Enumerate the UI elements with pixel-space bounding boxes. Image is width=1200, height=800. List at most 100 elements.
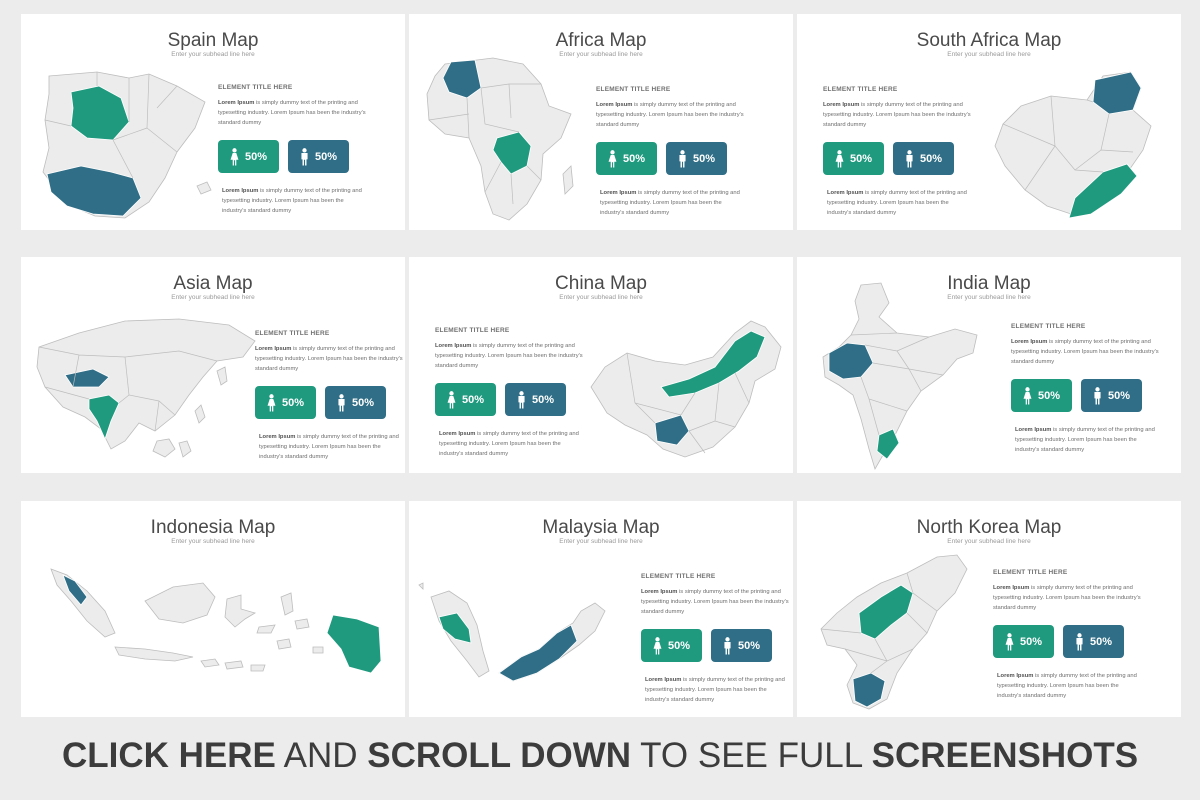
male-stat-button[interactable]: 50%	[1081, 379, 1142, 412]
slide-subtitle: Enter your subhead line here	[559, 538, 643, 545]
india-map	[822, 282, 978, 471]
male-stat-button[interactable]: 50%	[893, 142, 954, 175]
female-person-icon	[267, 394, 276, 412]
element-title: ELEMENT TITLE HERE	[435, 327, 510, 334]
indonesia-map	[50, 568, 382, 674]
spain-map	[42, 71, 212, 219]
male-person-icon	[678, 150, 687, 168]
element-title: ELEMENT TITLE HERE	[218, 84, 293, 91]
info-panel: ELEMENT TITLE HERE Lorem Ipsum is simply…	[435, 327, 585, 459]
banner-click-here[interactable]: CLICK HERE	[62, 736, 276, 775]
info-panel: ELEMENT TITLE HERE Lorem Ipsum is simply…	[641, 573, 791, 705]
male-stat-button[interactable]: 50%	[1063, 625, 1124, 658]
slide-title: Asia Map	[173, 273, 253, 294]
slide-card-africa[interactable]: Africa Map Enter your subhead line here …	[409, 14, 793, 230]
male-stat-button[interactable]: 50%	[288, 140, 349, 173]
element-title: ELEMENT TITLE HERE	[255, 330, 330, 337]
description-top: Lorem Ipsum is simply dummy text of the …	[993, 585, 1141, 611]
info-panel: ELEMENT TITLE HERE Lorem Ipsum is simply…	[993, 569, 1143, 701]
female-person-icon	[230, 148, 239, 166]
female-stat-button[interactable]: 50%	[993, 625, 1054, 658]
slide-title: South Africa Map	[916, 30, 1062, 51]
info-panel: ELEMENT TITLE HERE Lorem Ipsum is simply…	[218, 84, 368, 216]
malaysia-map	[418, 582, 606, 682]
female-person-icon	[608, 150, 617, 168]
female-person-icon	[1005, 633, 1014, 651]
banner-scroll-down: SCROLL DOWN	[367, 736, 632, 775]
female-person-icon	[653, 637, 662, 655]
element-title: ELEMENT TITLE HERE	[1011, 323, 1086, 330]
description-bottom: Lorem Ipsum is simply dummy text of the …	[645, 677, 785, 703]
description-bottom: Lorem Ipsum is simply dummy text of the …	[600, 190, 740, 216]
male-stat-button[interactable]: 50%	[711, 629, 772, 662]
slide-subtitle: Enter your subhead line here	[171, 51, 255, 58]
slide-subtitle: Enter your subhead line here	[171, 538, 255, 545]
info-panel: ELEMENT TITLE HERE Lorem Ipsum is simply…	[823, 86, 973, 218]
male-stat-button[interactable]: 50%	[505, 383, 566, 416]
description-bottom: Lorem Ipsum is simply dummy text of the …	[997, 673, 1137, 699]
female-stat-button[interactable]: 50%	[218, 140, 279, 173]
description-bottom: Lorem Ipsum is simply dummy text of the …	[827, 190, 967, 216]
description-top: Lorem Ipsum is simply dummy text of the …	[218, 100, 366, 126]
china-map	[590, 320, 782, 458]
africa-map	[426, 57, 574, 221]
element-title: ELEMENT TITLE HERE	[596, 86, 671, 93]
slide-card-spain[interactable]: Spain Map Enter your subhead line here E…	[21, 14, 405, 230]
slide-card-indonesia[interactable]: Indonesia Map Enter your subhead line he…	[21, 501, 405, 717]
slide-card-north-korea[interactable]: North Korea Map Enter your subhead line …	[797, 501, 1181, 717]
slide-title: Indonesia Map	[150, 517, 276, 538]
info-panel: ELEMENT TITLE HERE Lorem Ipsum is simply…	[255, 330, 405, 462]
description-top: Lorem Ipsum is simply dummy text of the …	[641, 589, 789, 615]
description-top: Lorem Ipsum is simply dummy text of the …	[435, 343, 583, 369]
slide-title: China Map	[555, 273, 647, 294]
south-africa-map	[994, 71, 1152, 219]
description-bottom: Lorem Ipsum is simply dummy text of the …	[439, 431, 579, 457]
female-stat-button[interactable]: 50%	[823, 142, 884, 175]
male-person-icon	[300, 148, 309, 166]
slide-card-malaysia[interactable]: Malaysia Map Enter your subhead line her…	[409, 501, 793, 717]
description-top: Lorem Ipsum is simply dummy text of the …	[823, 102, 971, 128]
male-person-icon	[1093, 387, 1102, 405]
slide-title: North Korea Map	[916, 517, 1062, 538]
slide-card-asia[interactable]: Asia Map Enter your subhead line here EL…	[21, 257, 405, 473]
female-stat-button[interactable]: 50%	[641, 629, 702, 662]
banner-screenshots: SCREENSHOTS	[871, 736, 1139, 775]
slide-subtitle: Enter your subhead line here	[947, 51, 1031, 58]
slide-title: Spain Map	[167, 30, 259, 51]
slide-card-india[interactable]: India Map Enter your subhead line here E…	[797, 257, 1181, 473]
slide-subtitle: Enter your subhead line here	[947, 538, 1031, 545]
female-person-icon	[835, 150, 844, 168]
male-stat-button[interactable]: 50%	[325, 386, 386, 419]
asia-map	[36, 318, 256, 458]
banner-and: AND	[275, 736, 368, 775]
description-bottom: Lorem Ipsum is simply dummy text of the …	[1015, 427, 1155, 453]
description-top: Lorem Ipsum is simply dummy text of the …	[255, 346, 403, 372]
female-person-icon	[447, 391, 456, 409]
slide-card-south-africa[interactable]: South Africa Map Enter your subhead line…	[797, 14, 1181, 230]
slide-card-china[interactable]: China Map Enter your subhead line here E…	[409, 257, 793, 473]
female-stat-button[interactable]: 50%	[596, 142, 657, 175]
slide-title: Malaysia Map	[542, 517, 660, 538]
description-top: Lorem Ipsum is simply dummy text of the …	[596, 102, 744, 128]
info-panel: ELEMENT TITLE HERE Lorem Ipsum is simply…	[596, 86, 746, 218]
slide-subtitle: Enter your subhead line here	[171, 294, 255, 301]
male-person-icon	[1075, 633, 1084, 651]
slides-grid: Spain Map Enter your subhead line here E…	[21, 14, 1181, 717]
slide-title: Africa Map	[555, 30, 647, 51]
description-bottom: Lorem Ipsum is simply dummy text of the …	[259, 434, 399, 460]
male-person-icon	[337, 394, 346, 412]
info-panel: ELEMENT TITLE HERE Lorem Ipsum is simply…	[1011, 323, 1161, 455]
female-stat-button[interactable]: 50%	[435, 383, 496, 416]
male-stat-button[interactable]: 50%	[666, 142, 727, 175]
element-title: ELEMENT TITLE HERE	[993, 569, 1068, 576]
female-stat-button[interactable]: 50%	[255, 386, 316, 419]
click-here-banner[interactable]: CLICK HERE AND SCROLL DOWN TO SEE FULL S…	[0, 736, 1200, 776]
north-korea-map	[820, 554, 968, 710]
element-title: ELEMENT TITLE HERE	[823, 86, 898, 93]
description-top: Lorem Ipsum is simply dummy text of the …	[1011, 339, 1159, 365]
male-person-icon	[723, 637, 732, 655]
male-person-icon	[517, 391, 526, 409]
banner-to-see-full: TO SEE FULL	[631, 736, 872, 775]
female-stat-button[interactable]: 50%	[1011, 379, 1072, 412]
female-person-icon	[1023, 387, 1032, 405]
